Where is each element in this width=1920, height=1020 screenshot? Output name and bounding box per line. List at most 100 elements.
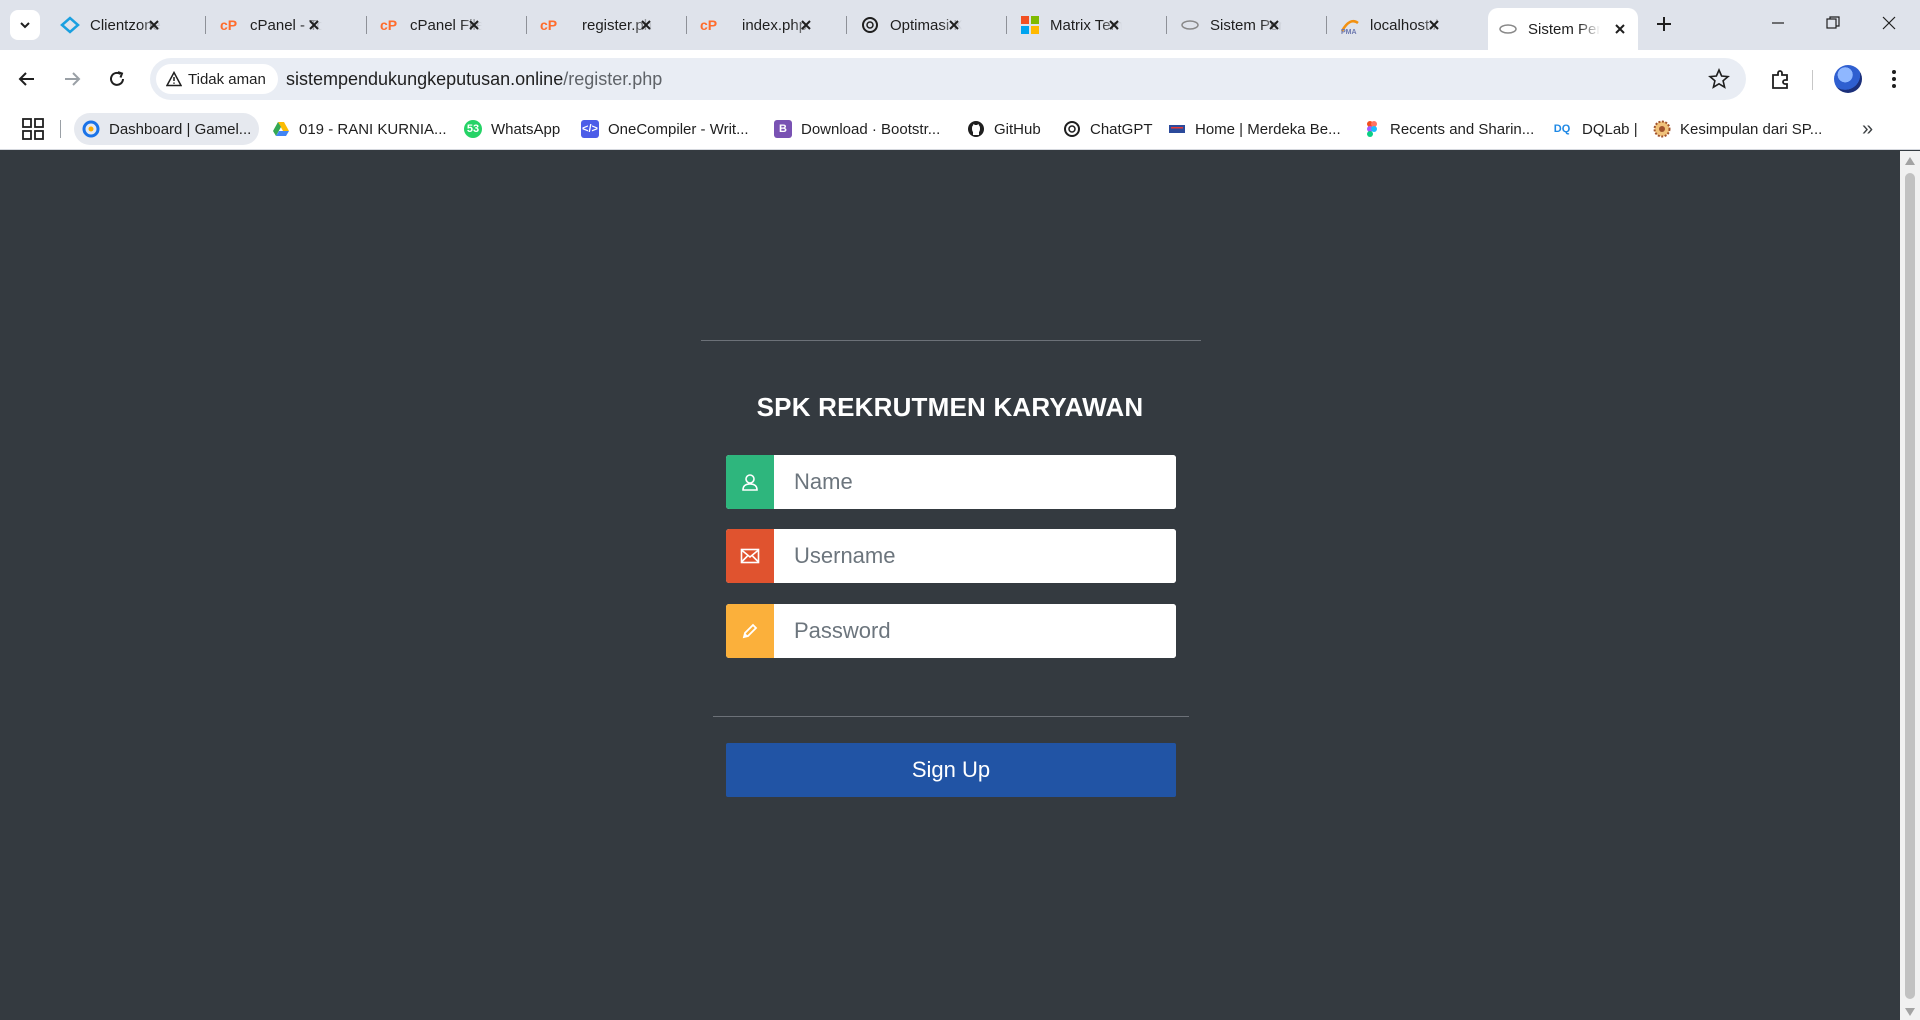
bookmark-gamelab[interactable]: Dashboard | Gamel... <box>74 113 260 145</box>
password-input[interactable] <box>774 604 1176 658</box>
cpanel-icon: cP <box>540 15 560 35</box>
close-icon[interactable] <box>1426 17 1442 33</box>
apps-grid-icon[interactable] <box>20 116 46 142</box>
pencil-icon <box>742 623 758 639</box>
bookmark-bootstrap[interactable]: B Download · Bootstr... <box>766 113 948 145</box>
tab-matrix[interactable]: Matrix Tem <box>1010 8 1132 42</box>
close-icon[interactable] <box>1106 17 1122 33</box>
tab-sistem-pendukung-active[interactable]: Sistem Pen <box>1488 8 1638 50</box>
url-text[interactable]: sistempendukungkeputusan.online/register… <box>286 69 662 90</box>
bookmark-label: Kesimpulan dari SP... <box>1680 120 1823 138</box>
close-icon[interactable] <box>1612 21 1628 37</box>
extensions-button[interactable] <box>1767 65 1795 93</box>
tab-clientzone[interactable]: Clientzone <box>50 8 172 42</box>
gamelab-icon <box>82 120 100 138</box>
site-icon <box>1498 19 1518 39</box>
name-addon <box>726 455 774 509</box>
page-title: SPK REKRUTMEN KARYAWAN <box>756 392 1144 422</box>
close-window-button[interactable] <box>1866 8 1912 38</box>
chatgpt-icon <box>1063 120 1081 138</box>
tab-register-php[interactable]: cP register.ph <box>530 8 664 42</box>
browser-menu-button[interactable] <box>1880 65 1908 93</box>
profile-avatar[interactable] <box>1834 65 1862 93</box>
username-addon <box>726 529 774 583</box>
bookmark-dqlab[interactable]: DQ DQLab | <box>1543 113 1646 145</box>
tab-localhost[interactable]: PMA localhost / <box>1330 8 1452 42</box>
chatgpt-icon <box>860 15 880 35</box>
tab-optimasi[interactable]: Optimasi K <box>850 8 972 42</box>
address-bar[interactable]: Tidak aman sistempendukungkeputusan.onli… <box>150 58 1746 100</box>
more-vertical-icon <box>1892 70 1896 88</box>
clientzone-icon <box>60 15 80 35</box>
bookmarks-bar: Dashboard | Gamel... 019 - RANI KURNIA..… <box>0 108 1920 150</box>
tab-sistem-pendukung[interactable]: Sistem Pen <box>1170 8 1292 42</box>
bookmark-whatsapp[interactable]: 53 WhatsApp <box>456 113 568 145</box>
microsoft-icon <box>1020 15 1040 35</box>
more-bookmarks-icon[interactable]: » <box>1862 118 1873 141</box>
minimize-button[interactable] <box>1755 8 1801 38</box>
star-icon[interactable] <box>1708 68 1730 90</box>
bookmark-merdeka[interactable]: Home | Merdeka Be... <box>1160 113 1349 145</box>
username-input[interactable] <box>774 529 1176 583</box>
merdeka-icon <box>1168 120 1186 138</box>
restore-icon <box>1826 16 1840 29</box>
chevron-down-icon <box>20 22 30 29</box>
tab-cpanel-tools[interactable]: cP cPanel - To <box>210 8 332 42</box>
page-scrollbar[interactable] <box>1900 151 1920 1020</box>
tab-index-php[interactable]: cP index.php <box>690 8 824 42</box>
scrollbar-thumb[interactable] <box>1905 173 1915 999</box>
bookmark-figma[interactable]: Recents and Sharin... <box>1355 113 1542 145</box>
scroll-up-icon[interactable] <box>1905 157 1915 165</box>
cpanel-icon: cP <box>700 15 720 35</box>
new-tab-button[interactable] <box>1650 10 1678 38</box>
close-icon[interactable] <box>946 17 962 33</box>
github-icon <box>967 120 985 138</box>
envelope-icon <box>740 548 760 564</box>
divider <box>713 716 1189 717</box>
bookmark-label: Download · Bootstr... <box>801 120 941 138</box>
puzzle-icon <box>1772 70 1788 89</box>
site-icon <box>1180 15 1200 35</box>
close-icon[interactable] <box>146 17 162 33</box>
svg-text:PMA: PMA <box>1341 29 1357 35</box>
url-path: /register.php <box>563 69 663 89</box>
back-button[interactable] <box>10 62 44 96</box>
close-icon[interactable] <box>798 17 814 33</box>
bookmark-onecompiler[interactable]: </> OneCompiler - Writ... <box>573 113 757 145</box>
google-drive-icon <box>272 120 290 138</box>
tab-title: Sistem Pen <box>1528 20 1600 38</box>
tab-strip: Clientzone cP cPanel - To cP cPanel File… <box>0 0 1920 50</box>
bookmark-github[interactable]: GitHub <box>959 113 1049 145</box>
bookmark-label: ChatGPT <box>1090 120 1153 138</box>
password-field <box>726 604 1176 658</box>
name-field <box>726 455 1176 509</box>
bookmark-label: Home | Merdeka Be... <box>1195 120 1341 138</box>
forward-button[interactable] <box>55 62 89 96</box>
password-addon <box>726 604 774 658</box>
warning-icon <box>166 71 182 87</box>
close-icon[interactable] <box>306 17 322 33</box>
bookmark-google-drive[interactable]: 019 - RANI KURNIA... <box>264 113 455 145</box>
svg-text:cP: cP <box>380 17 397 33</box>
username-field <box>726 529 1176 583</box>
name-input[interactable] <box>774 455 1176 509</box>
minimize-icon <box>1772 22 1784 24</box>
arrow-left-icon <box>18 72 34 86</box>
close-icon[interactable] <box>466 17 482 33</box>
onecompiler-icon: </> <box>581 120 599 138</box>
scroll-down-icon[interactable] <box>1905 1008 1915 1016</box>
tab-cpanel-file[interactable]: cP cPanel File <box>370 8 492 42</box>
tab-search-button[interactable] <box>10 10 40 40</box>
close-icon[interactable] <box>1266 17 1282 33</box>
plus-icon <box>1657 17 1671 31</box>
bookmark-chatgpt[interactable]: ChatGPT <box>1055 113 1161 145</box>
sign-up-button[interactable]: Sign Up <box>726 743 1176 797</box>
security-indicator[interactable]: Tidak aman <box>156 64 278 94</box>
bookmark-label: GitHub <box>994 120 1041 138</box>
reload-button[interactable] <box>100 62 134 96</box>
seal-icon <box>1653 120 1671 138</box>
restore-button[interactable] <box>1810 8 1856 38</box>
close-icon[interactable] <box>638 17 654 33</box>
figma-icon <box>1363 120 1381 138</box>
bookmark-kesimpulan[interactable]: Kesimpulan dari SP... <box>1645 113 1830 145</box>
